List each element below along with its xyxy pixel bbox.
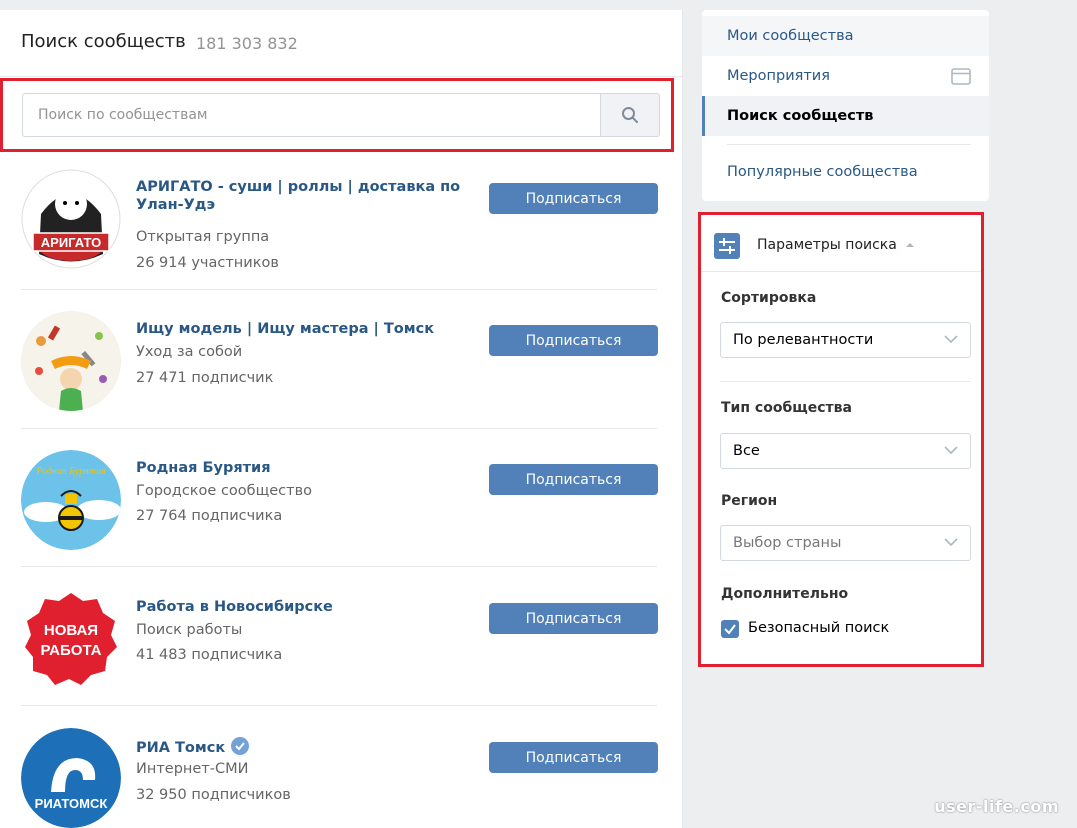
subscribe-button[interactable]: Подписаться	[489, 464, 658, 495]
list-item: НОВАЯ РАБОТА Работа в Новосибирске Поиск…	[21, 582, 658, 722]
divider	[727, 144, 971, 145]
community-type-label: Тип сообщества	[721, 400, 852, 416]
community-members: 26 914 участников	[136, 255, 279, 271]
subscribe-button[interactable]: Подписаться	[489, 742, 658, 773]
subscribe-button[interactable]: Подписаться	[489, 603, 658, 634]
menu-item-popular-communities[interactable]: Популярные сообщества	[702, 152, 989, 192]
svg-text:РАБОТА: РАБОТА	[40, 642, 101, 659]
community-members: 27 764 подписчика	[136, 508, 283, 524]
region-placeholder: Выбор страны	[733, 535, 842, 551]
community-members: 41 483 подписчика	[136, 647, 283, 663]
community-type: Интернет-СМИ	[136, 761, 249, 777]
extra-label: Дополнительно	[721, 586, 849, 602]
new-job-logo: НОВАЯ РАБОТА	[25, 593, 117, 685]
svg-text:АРИГАТО: АРИГАТО	[41, 235, 101, 250]
search-placeholder: Поиск по сообществам	[38, 107, 208, 123]
community-members: 32 950 подписчиков	[136, 787, 291, 803]
subscribe-button[interactable]: Подписаться	[489, 183, 658, 214]
subscribe-button[interactable]: Подписаться	[489, 325, 658, 356]
divider	[21, 428, 657, 429]
community-name[interactable]: АРИГАТО - суши | роллы | доставка по Ула…	[136, 178, 486, 214]
community-avatar[interactable]: НОВАЯ РАБОТА	[21, 589, 121, 689]
search-input[interactable]: Поиск по сообществам	[22, 93, 600, 137]
page-title: Поиск сообществ	[21, 31, 186, 52]
divider	[21, 566, 657, 567]
page-header: Поиск сообществ 181 303 832	[0, 10, 682, 77]
divider	[21, 705, 657, 706]
community-type: Уход за собой	[136, 344, 243, 360]
divider	[21, 289, 657, 290]
community-members: 27 471 подписчик	[136, 370, 274, 386]
watermark: user-life.com	[934, 797, 1059, 816]
beauty-illustration	[22, 312, 120, 411]
arigato-logo: АРИГАТО	[21, 169, 121, 269]
community-name[interactable]: Работа в Новосибирске	[136, 598, 486, 616]
region-label: Регион	[721, 493, 778, 509]
svg-text:НОВАЯ: НОВАЯ	[44, 622, 98, 639]
results-count: 181 303 832	[196, 34, 298, 53]
filters-title-text: Параметры поиска	[757, 237, 897, 253]
menu-item-events[interactable]: Мероприятия	[702, 56, 989, 96]
search-button[interactable]	[600, 93, 660, 137]
filters-sliders-icon	[714, 233, 740, 259]
menu-item-label: Мероприятия	[727, 68, 830, 84]
buryatia-logo: Родная Бурятия	[21, 450, 121, 550]
menu-item-my-communities[interactable]: Мои сообщества	[702, 16, 989, 56]
community-name[interactable]: Родная Бурятия	[136, 459, 486, 477]
community-type: Городское сообщество	[136, 483, 313, 499]
community-avatar[interactable]: РИАТОМСК	[21, 728, 121, 828]
community-type-select[interactable]: Все	[720, 433, 971, 469]
sort-select[interactable]: По релевантности	[720, 322, 971, 358]
communities-menu: Мои сообщества Мероприятия Поиск сообщес…	[702, 10, 989, 201]
search-highlight-box: Поиск по сообществам	[0, 78, 674, 152]
verified-icon	[231, 737, 250, 755]
safe-search-label[interactable]: Безопасный поиск	[748, 620, 889, 636]
svg-text:Родная Бурятия: Родная Бурятия	[35, 466, 106, 477]
chevron-down-icon	[944, 446, 958, 455]
community-type-value: Все	[733, 443, 760, 459]
divider	[720, 381, 971, 382]
region-select[interactable]: Выбор страны	[720, 525, 971, 561]
list-item: Ищу модель | Ищу мастера | Томск Уход за…	[21, 304, 658, 444]
filters-title[interactable]: Параметры поиска	[757, 237, 915, 253]
community-name-text[interactable]: РИА Томск	[136, 740, 225, 756]
list-item: АРИГАТО АРИГАТО - суши | роллы | доставк…	[21, 162, 658, 302]
sort-value: По релевантности	[733, 332, 874, 348]
caret-up-icon	[906, 243, 915, 247]
chevron-down-icon	[944, 335, 958, 344]
chevron-down-icon	[944, 538, 958, 547]
search-icon	[622, 107, 638, 123]
safe-search-checkbox[interactable]	[721, 620, 739, 638]
search-filters-panel: Параметры поиска Сортировка По релевантн…	[698, 212, 984, 667]
community-type: Поиск работы	[136, 622, 243, 638]
community-avatar[interactable]: Родная Бурятия	[21, 450, 121, 550]
list-item: Родная Бурятия Родная Бурятия Городское …	[21, 443, 658, 583]
filters-header[interactable]: Параметры поиска	[701, 215, 981, 272]
ria-tomsk-logo: РИАТОМСК	[21, 728, 121, 828]
community-avatar[interactable]	[21, 311, 121, 411]
sort-label: Сортировка	[721, 290, 817, 306]
list-item: РИАТОМСК РИА Томск Интернет-СМИ 32 950 п…	[21, 721, 658, 828]
checkmark-icon	[724, 624, 736, 635]
svg-text:РИАТОМСК: РИАТОМСК	[35, 796, 108, 811]
community-avatar[interactable]: АРИГАТО	[21, 169, 121, 269]
menu-item-search-communities[interactable]: Поиск сообществ	[702, 96, 989, 136]
community-name[interactable]: РИА Томск	[136, 737, 486, 757]
community-type: Открытая группа	[136, 229, 270, 245]
calendar-icon[interactable]	[951, 67, 971, 85]
community-name[interactable]: Ищу модель | Ищу мастера | Томск	[136, 320, 486, 338]
